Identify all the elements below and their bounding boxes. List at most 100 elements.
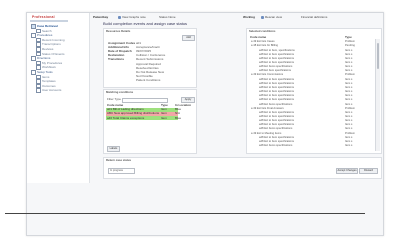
page-title: Build completion events and assign case … [103,21,188,26]
item-name: a48 Ext to Item specifications [259,61,294,65]
discard-button[interactable]: Discard [359,168,378,174]
cell-loc: Blue [175,115,182,120]
nav-item[interactable]: Directions [31,56,51,61]
nav-item[interactable]: Procedures [31,33,53,38]
details-panel: Resources Details Add Assignment Codes a0… [103,28,197,88]
toolbar-link-financial[interactable]: Financial definitions [301,15,327,19]
item-name: a48 Ext to Item specifications [259,110,294,114]
toolbar-status: Status None [159,15,176,19]
nav-item[interactable]: Transcriptions [36,42,61,47]
item-name: a48 Ext Items specifications [259,144,293,148]
item-name: a 49 Ext lists Final Answers [251,106,284,110]
item-type: Problem [345,131,356,135]
nav-item[interactable]: My Procedures [36,60,63,66]
item-name: a48 Ext Items specifications [259,127,293,131]
item-type: Problem [345,106,356,110]
selected-col-type[interactable]: Type [345,35,352,39]
item-name: a48 Ext to Item specifications [259,90,294,94]
item-type: Item s [345,77,353,81]
filter-label: Filter Type [107,97,121,101]
nav-item[interactable]: Items [36,74,50,80]
item-type: Item s [345,65,353,69]
item-name: a 48 Ext lists for Billing [251,44,279,48]
toolbar-tab-patientbay[interactable]: Patientbay [93,15,108,19]
status-title: Return case status [106,158,132,162]
item-type: Problem [345,73,356,77]
item-type: Item s [345,127,353,131]
nav-item[interactable]: User Accounts [36,88,62,93]
item-name: a48 Ext to Item specifications [259,85,294,89]
nav-item[interactable]: Templates [36,79,56,84]
list-item[interactable]: a48 Ext Items specifications Item s [249,144,359,148]
item-name: a48 Ext to Item specifications [259,94,294,98]
nav-item[interactable]: Status Of Events [36,51,65,57]
nav-item-label: Case Retrieval [37,24,58,29]
item-type: Item s [345,81,353,85]
item-type: Pending [345,44,355,48]
table-row[interactable]: a46 Total Claims exceptions Item Blue [106,115,182,121]
nav-item-label: Setup Tools [37,70,53,75]
nav-item-label: Directions [37,56,51,61]
nav-item[interactable]: Case Retrieval [31,24,58,29]
nav-item-label: Workflows [42,65,56,70]
item-name: a48 Ext to Item, specifications [259,48,295,52]
cell-name: a46 Total Claims exceptions [107,115,145,120]
nav-item[interactable]: Workflows [36,65,56,70]
item-type: Item s [345,69,353,73]
item-type: Item s [345,110,353,114]
item-type: Item s [345,114,353,118]
add-button[interactable]: Add [182,35,195,41]
nav-item-label: Procedures [37,33,53,38]
labels-button[interactable]: Labels [107,146,120,152]
item-name: a48 Ext to Item specifications [259,119,294,123]
nav-item-label: User Accounts [42,88,62,93]
nav-item-label: My Procedures [42,60,63,65]
item-name: a48 Ext Item specifications [259,69,291,73]
page-divider [5,213,365,214]
conditions-title: Matching conditions [106,90,134,94]
nav-item[interactable]: Reviews [36,47,54,52]
sidebar: Professional Case Retrieval Search Procedu… [27,13,90,183]
nav-item[interactable]: Search [36,28,52,34]
item-name: a48 Ext to Item specifications [259,98,294,102]
item-name: a 49 Ext lists Cases [251,40,275,44]
item-type: Item s [345,85,353,89]
nav-item[interactable]: Setup Tools [31,70,53,75]
item-type: Item s [345,48,353,52]
nav-item-label: Reviews [42,47,54,52]
cell-type: Item [161,115,167,120]
accept-changes-button[interactable]: Accept Changes [336,168,358,174]
toolbar-tab-worklog[interactable]: Worklog [243,15,255,19]
scroll-thumb[interactable] [376,43,379,69]
conditions-panel: Matching conditions Filter Type Apply Co… [103,89,197,154]
toolbar-link-graphs[interactable]: View Graphs note [122,15,146,19]
item-type: Item s [345,119,353,123]
nav-item-label: Transcriptions [42,42,61,47]
details-key: Transitions [108,57,125,62]
item-type: Item s [345,123,353,127]
nav-item[interactable]: Recent Incoming [36,37,65,43]
item-name: a48 Ext to Item specifications [259,139,294,143]
graph-icon [118,16,121,20]
nav-item-label: Items [42,74,50,79]
nav-item-label: Recent Incoming [42,37,65,42]
selected-title: Selected conditions [249,29,276,33]
page-icon [36,88,41,93]
details-title: Resources Details [106,29,131,33]
nav-item-label: Search [42,28,52,33]
selected-col-code[interactable]: Code name [250,35,266,39]
logo-underline [30,20,68,22]
app-window: Professional Case Retrieval Search Procedu… [26,12,384,236]
selected-scrollbar[interactable] [375,39,380,151]
toolbar-link-rescan[interactable]: Rescan view [265,15,282,19]
status-select[interactable]: In progress [108,168,135,174]
item-name: a 49 Ext to Meeting items [251,131,282,135]
item-type: Item s [345,144,353,148]
selected-panel: Selected conditions Code name Type a 49 … [246,28,382,154]
rescan-icon [261,16,264,20]
nav-item[interactable]: Outcomes [36,83,56,89]
item-type: Item s [345,102,353,106]
item-name: a48 Ext to Item specifications [259,135,294,139]
details-value: Patient Conditions [136,77,161,82]
item-type: Item s [345,56,353,60]
